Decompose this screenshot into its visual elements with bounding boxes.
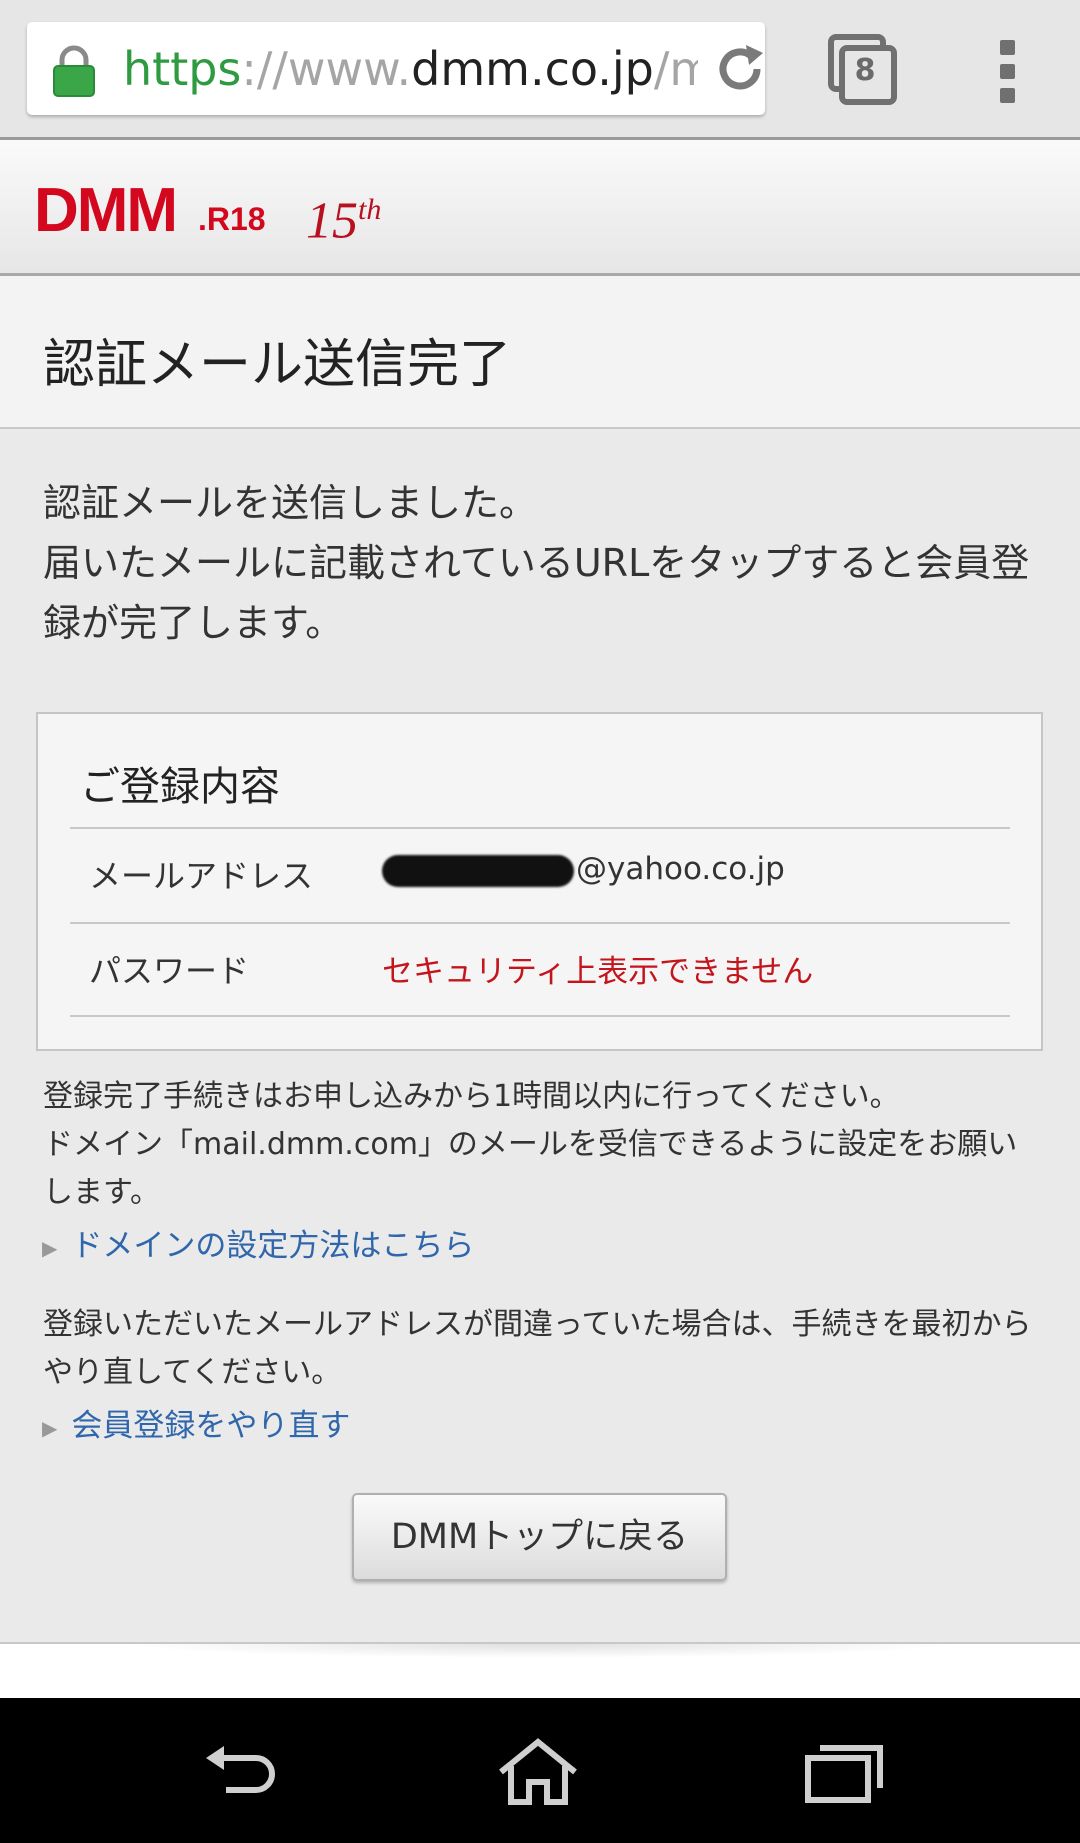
domain-settings-link[interactable]: ▶ ドメインの設定方法はこちら — [42, 1220, 474, 1265]
logo-th-suffix: th — [358, 193, 382, 226]
url-host: dmm.co.jp — [411, 42, 654, 96]
email-row: メールアドレス @yahoo.co.jp — [70, 827, 1010, 922]
dmm-r18-logo[interactable]: DMM .R18 15th — [34, 176, 434, 249]
intro-line-1: 認証メールを送信しました。 — [43, 481, 538, 525]
logo-r18: .R18 — [198, 201, 266, 237]
page-title-bar: 認証メール送信完了 — [0, 276, 1080, 429]
email-value: @yahoo.co.jp — [382, 851, 785, 887]
page-title: 認証メール送信完了 — [43, 335, 512, 395]
logo-15-number: 15 — [306, 192, 358, 250]
main-content: 認証メールを送信しました。 届いたメールに記載されているURLをタップすると会員… — [0, 429, 1080, 1642]
email-domain: @yahoo.co.jp — [576, 851, 785, 887]
back-to-top-button[interactable]: DMMトップに戻る — [352, 1493, 727, 1581]
domain-settings-link-text[interactable]: ドメインの設定方法はこちら — [71, 1228, 474, 1264]
email-label: メールアドレス — [89, 857, 314, 895]
registration-heading: ご登録内容 — [80, 764, 280, 810]
overflow-menu-icon[interactable] — [996, 40, 1018, 104]
redo-note: 登録いただいたメールアドレスが間違っていた場合は、手続きを最初からやり直してくだ… — [43, 1301, 1043, 1397]
site-header: DMM .R18 15th — [0, 140, 1080, 276]
password-label: パスワード — [89, 952, 250, 990]
home-icon[interactable] — [493, 1736, 583, 1808]
lock-icon — [53, 45, 95, 97]
url-www: www. — [287, 42, 412, 96]
url-separator: :// — [241, 42, 288, 96]
recent-apps-icon[interactable] — [800, 1736, 890, 1808]
logo-15th: 15th — [306, 180, 381, 251]
redo-registration-link[interactable]: ▶ 会員登録をやり直す — [42, 1400, 350, 1445]
address-bar[interactable]: https://www.dmm.co.jp/my — [27, 22, 765, 115]
redo-registration-link-text[interactable]: 会員登録をやり直す — [71, 1408, 350, 1444]
logo-dmm: DMM — [34, 176, 178, 245]
intro-line-2: 届いたメールに記載されているURLをタップすると会員登録が完了します。 — [43, 541, 1030, 645]
domain-note: 登録完了手続きはお申し込みから1時間以内に行ってください。 ドメイン「mail.… — [43, 1073, 1043, 1217]
back-icon[interactable] — [198, 1736, 288, 1808]
url-scheme: https — [123, 42, 242, 96]
intro-message: 認証メールを送信しました。 届いたメールに記載されているURLをタップすると会員… — [43, 473, 1043, 653]
registration-details: ご登録内容 メールアドレス @yahoo.co.jp パスワード セキュリティ上… — [36, 712, 1043, 1051]
note-time-limit: 登録完了手続きはお申し込みから1時間以内に行ってください。 — [43, 1079, 900, 1114]
footer-strip — [0, 1642, 1080, 1698]
password-row: パスワード セキュリティ上表示できません — [70, 922, 1010, 1017]
triangle-right-icon: ▶ — [42, 1235, 58, 1260]
note-domain-setting: ドメイン「mail.dmm.com」のメールを受信できるように設定をお願いします… — [43, 1127, 1018, 1210]
url-text[interactable]: https://www.dmm.co.jp/my — [123, 42, 698, 96]
note-wrong-email: 登録いただいたメールアドレスが間違っていた場合は、手続きを最初からやり直してくだ… — [43, 1307, 1032, 1390]
tab-count: 8 — [854, 53, 876, 88]
reload-icon[interactable] — [713, 41, 765, 97]
redacted-email-mask — [382, 854, 574, 887]
system-nav-bar — [0, 1698, 1080, 1843]
browser-toolbar: https://www.dmm.co.jp/my 8 — [0, 0, 1080, 140]
url-path: /my — [653, 42, 698, 96]
password-value: セキュリティ上表示できません — [382, 954, 814, 990]
triangle-right-icon: ▶ — [42, 1415, 58, 1440]
